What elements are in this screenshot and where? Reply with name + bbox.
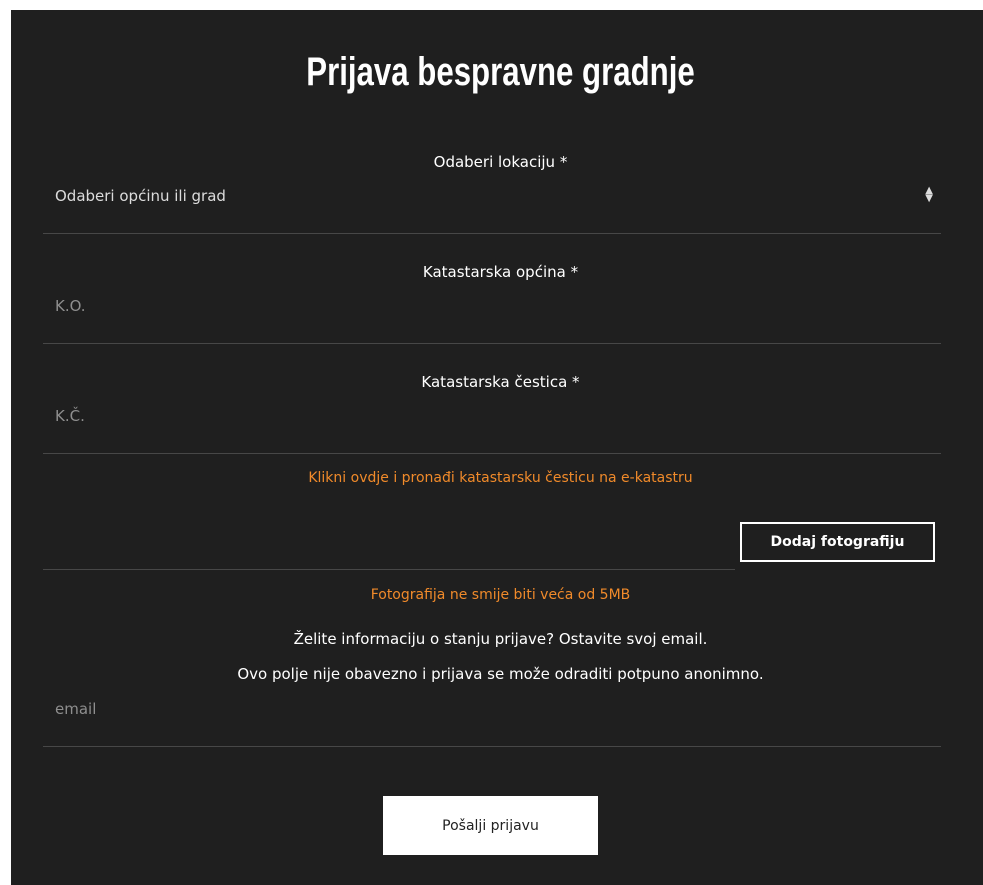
add-photo-button[interactable]: Dodaj fotografiju [740,522,935,562]
location-select[interactable]: Odaberi općinu ili grad ▲ ▼ [43,173,941,234]
form-title: Prijava bespravne gradnje [306,50,695,94]
email-input[interactable]: email [43,686,941,747]
ko-input[interactable]: K.O. [43,283,941,344]
email-info-line1: Želite informaciju o stanju prijave? Ost… [293,630,708,648]
ekatastar-link[interactable]: Klikni ovdje i pronađi katastarsku česti… [11,470,983,486]
kc-placeholder: K.Č. [55,407,85,425]
photo-limit-note: Fotografija ne smije biti veća od 5MB [370,587,631,603]
ko-label: Katastarska općina * [422,263,579,281]
location-label: Odaberi lokaciju * [433,153,568,171]
report-form-panel: Prijava bespravne gradnje Odaberi lokaci… [11,10,983,885]
email-info-line2: Ovo polje nije obavezno i prijava se mož… [237,665,764,683]
kc-label: Katastarska čestica * [421,373,580,391]
kc-input[interactable]: K.Č. [43,393,941,454]
location-select-value: Odaberi općinu ili grad [55,187,226,205]
up-down-caret-icon: ▲ ▼ [925,185,933,204]
ko-placeholder: K.O. [55,297,86,315]
email-placeholder: email [55,700,97,718]
submit-button[interactable]: Pošalji prijavu [383,796,598,855]
photo-upload-field[interactable] [43,569,735,570]
